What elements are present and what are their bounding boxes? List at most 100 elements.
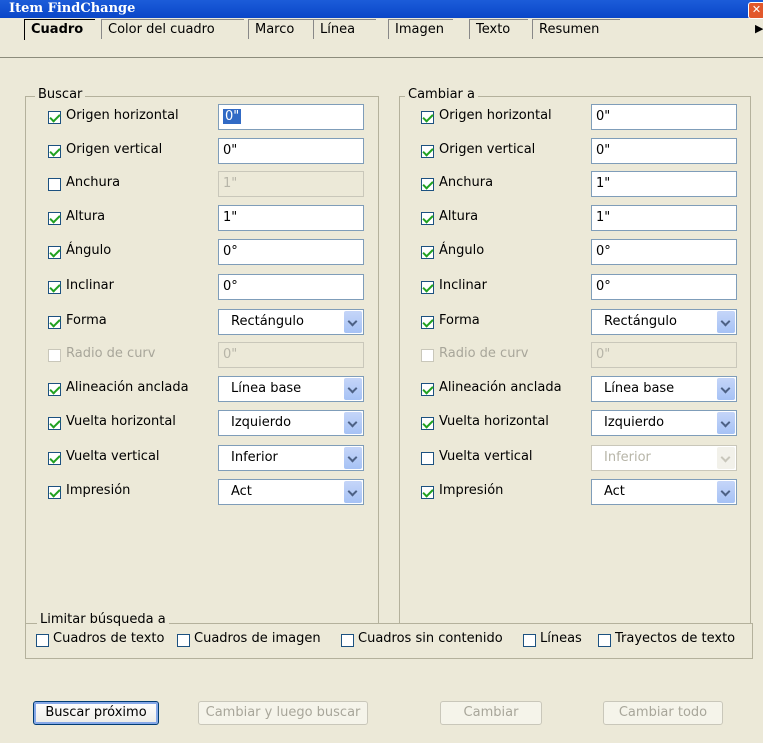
buscar-origen-horizontal-field[interactable]: 0" bbox=[218, 104, 364, 130]
cambiar-impresion-checkbox[interactable] bbox=[421, 486, 434, 499]
tab-cuadro[interactable]: Cuadro bbox=[24, 19, 95, 40]
chevron-down-icon[interactable] bbox=[717, 481, 735, 503]
cambiar-angulo-checkbox[interactable] bbox=[421, 246, 434, 259]
chevron-down-icon[interactable] bbox=[717, 412, 735, 434]
buscar-forma-checkbox[interactable] bbox=[48, 316, 61, 329]
buscar-origen-vertical-checkbox[interactable] bbox=[48, 145, 61, 158]
buscar-altura-checkbox[interactable] bbox=[48, 212, 61, 225]
buscar-vuelta-vertical-checkbox[interactable] bbox=[48, 452, 61, 465]
buscar-alineacion-anclada-select[interactable]: Línea base bbox=[218, 376, 364, 402]
buscar-forma-select[interactable]: Rectángulo bbox=[218, 309, 364, 335]
cambiar-origen-vertical-field[interactable]: 0" bbox=[591, 138, 737, 164]
buscar-inclinar-field[interactable]: 0° bbox=[218, 274, 364, 300]
buscar-altura-field[interactable]: 1" bbox=[218, 205, 364, 231]
buscar-impresion-value: Act bbox=[231, 484, 252, 499]
cambiar-radio-de-curv-checkbox[interactable] bbox=[421, 349, 434, 362]
tab-texto[interactable]: Texto bbox=[469, 19, 528, 39]
cambiar-radio-de-curv-value: 0" bbox=[596, 347, 611, 362]
tab-scroll-right-icon[interactable]: ▶ bbox=[755, 22, 763, 35]
cambiar-vuelta-vertical-select[interactable]: Inferior bbox=[591, 445, 737, 471]
tab-imagen[interactable]: Imagen bbox=[388, 19, 453, 39]
tab-divider bbox=[0, 57, 763, 58]
cambiar-radio-de-curv-field[interactable]: 0" bbox=[591, 342, 737, 368]
cambiar-vuelta-vertical-label: Vuelta vertical bbox=[439, 449, 533, 464]
tab-linea[interactable]: Línea bbox=[313, 19, 376, 39]
chevron-down-icon[interactable] bbox=[344, 412, 362, 434]
buscar-origen-vertical-value: 0" bbox=[223, 143, 238, 158]
tab-resumen[interactable]: Resumen bbox=[532, 19, 620, 39]
cambiar-inclinar-label: Inclinar bbox=[439, 278, 487, 293]
cambiar-vuelta-horizontal-select[interactable]: Izquierdo bbox=[591, 410, 737, 436]
buscar-alineacion-anclada-checkbox[interactable] bbox=[48, 383, 61, 396]
buscar-vuelta-vertical-label: Vuelta vertical bbox=[66, 449, 160, 464]
buscar-origen-horizontal-label: Origen horizontal bbox=[66, 108, 179, 123]
buscar-proximo-button[interactable]: Buscar próximo bbox=[33, 701, 159, 725]
limitar-trayectos-de-texto-checkbox[interactable] bbox=[598, 634, 611, 647]
buscar-radio-de-curv-label: Radio de curv bbox=[66, 346, 156, 361]
buscar-radio-de-curv-checkbox[interactable] bbox=[48, 349, 61, 362]
buscar-inclinar-checkbox[interactable] bbox=[48, 281, 61, 294]
cambiar-altura-value: 1" bbox=[596, 210, 611, 225]
buscar-radio-de-curv-field[interactable]: 0" bbox=[218, 342, 364, 368]
cambiar-forma-checkbox[interactable] bbox=[421, 316, 434, 329]
title-bar: Item FindChange ✕ bbox=[0, 0, 763, 19]
buscar-anchura-checkbox[interactable] bbox=[48, 178, 61, 191]
cambiar-forma-select[interactable]: Rectángulo bbox=[591, 309, 737, 335]
cambiar-origen-horizontal-field[interactable]: 0" bbox=[591, 104, 737, 130]
cambiar-vuelta-horizontal-checkbox[interactable] bbox=[421, 417, 434, 430]
buscar-impresion-select[interactable]: Act bbox=[218, 479, 364, 505]
chevron-down-icon[interactable] bbox=[717, 311, 735, 333]
buscar-angulo-checkbox[interactable] bbox=[48, 246, 61, 259]
buscar-vuelta-vertical-select[interactable]: Inferior bbox=[218, 445, 364, 471]
cambiar-y-buscar-button[interactable]: Cambiar y luego buscar bbox=[198, 701, 368, 725]
limitar-lineas-label: Líneas bbox=[540, 631, 582, 646]
cambiar-anchura-label: Anchura bbox=[439, 175, 494, 190]
cambiar-altura-field[interactable]: 1" bbox=[591, 205, 737, 231]
buscar-altura-label: Altura bbox=[66, 209, 106, 224]
cambiar-anchura-field[interactable]: 1" bbox=[591, 171, 737, 197]
cambiar-inclinar-field[interactable]: 0° bbox=[591, 274, 737, 300]
buscar-radio-de-curv-value: 0" bbox=[223, 347, 238, 362]
cambiar-anchura-checkbox[interactable] bbox=[421, 178, 434, 191]
cambiar-angulo-field[interactable]: 0° bbox=[591, 239, 737, 265]
buscar-angulo-label: Ángulo bbox=[66, 243, 112, 258]
cambiar-inclinar-checkbox[interactable] bbox=[421, 281, 434, 294]
cambiar-alineacion-anclada-checkbox[interactable] bbox=[421, 383, 434, 396]
cambiar-origen-horizontal-checkbox[interactable] bbox=[421, 111, 434, 124]
close-button[interactable]: ✕ bbox=[748, 2, 763, 19]
cambiar-altura-checkbox[interactable] bbox=[421, 212, 434, 225]
cambiar-vuelta-horizontal-value: Izquierdo bbox=[604, 415, 665, 430]
limitar-cuadros-sin-contenido-label: Cuadros sin contenido bbox=[358, 631, 503, 646]
buscar-vuelta-horizontal-checkbox[interactable] bbox=[48, 417, 61, 430]
chevron-down-icon[interactable] bbox=[717, 447, 735, 469]
tab-marco[interactable]: Marco bbox=[248, 19, 313, 39]
chevron-down-icon[interactable] bbox=[344, 481, 362, 503]
cambiar-impresion-select[interactable]: Act bbox=[591, 479, 737, 505]
limitar-lineas-checkbox[interactable] bbox=[523, 634, 536, 647]
limitar-cuadros-de-texto-checkbox[interactable] bbox=[36, 634, 49, 647]
chevron-down-icon[interactable] bbox=[344, 311, 362, 333]
cambiar-vuelta-vertical-checkbox[interactable] bbox=[421, 452, 434, 465]
chevron-down-icon[interactable] bbox=[717, 378, 735, 400]
limitar-cuadros-sin-contenido-checkbox[interactable] bbox=[341, 634, 354, 647]
buscar-impresion-checkbox[interactable] bbox=[48, 486, 61, 499]
buscar-anchura-value: 1" bbox=[223, 176, 238, 191]
buscar-anchura-label: Anchura bbox=[66, 175, 121, 190]
tab-color-del-cuadro[interactable]: Color del cuadro bbox=[101, 19, 244, 39]
cambiar-angulo-label: Ángulo bbox=[439, 243, 485, 258]
buscar-vuelta-horizontal-select[interactable]: Izquierdo bbox=[218, 410, 364, 436]
buscar-anchura-field[interactable]: 1" bbox=[218, 171, 364, 197]
cambiar-todo-button[interactable]: Cambiar todo bbox=[603, 701, 723, 725]
limitar-cuadros-de-imagen-checkbox[interactable] bbox=[177, 634, 190, 647]
buscar-angulo-field[interactable]: 0° bbox=[218, 239, 364, 265]
chevron-down-icon[interactable] bbox=[344, 378, 362, 400]
cambiar-impresion-value: Act bbox=[604, 484, 625, 499]
cambiar-origen-vertical-checkbox[interactable] bbox=[421, 145, 434, 158]
cambiar-alineacion-anclada-select[interactable]: Línea base bbox=[591, 376, 737, 402]
buscar-alineacion-anclada-value: Línea base bbox=[231, 381, 302, 396]
buscar-origen-vertical-label: Origen vertical bbox=[66, 142, 163, 157]
chevron-down-icon[interactable] bbox=[344, 447, 362, 469]
buscar-origen-vertical-field[interactable]: 0" bbox=[218, 138, 364, 164]
cambiar-button[interactable]: Cambiar bbox=[440, 701, 542, 725]
buscar-origen-horizontal-checkbox[interactable] bbox=[48, 111, 61, 124]
